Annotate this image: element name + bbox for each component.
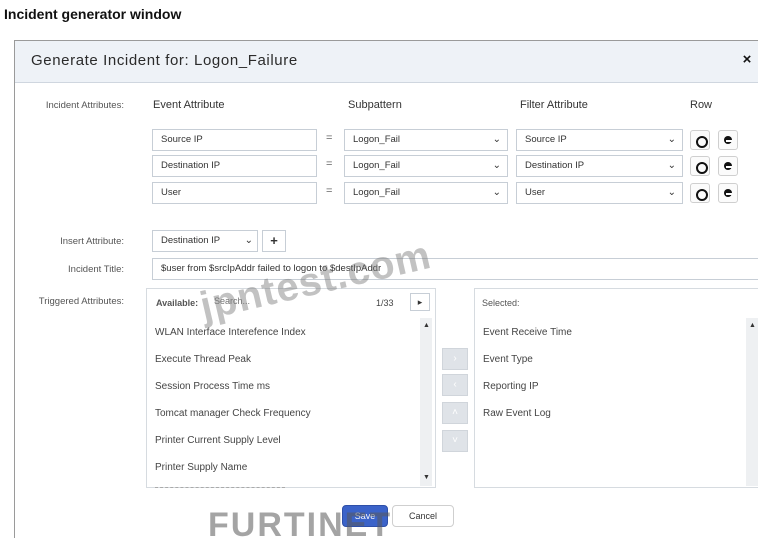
- filter-attribute-select[interactable]: Destination IP ⌄: [516, 155, 683, 177]
- selected-label: Selected:: [482, 298, 520, 308]
- equals-sign: =: [326, 158, 333, 170]
- equals-sign: =: [326, 185, 333, 197]
- filter-value: Source IP: [525, 134, 567, 145]
- brand-watermark: FURTINET: [208, 506, 393, 538]
- list-item[interactable]: Tomcat manager Check Frequency: [155, 408, 311, 419]
- move-left-button[interactable]: ‹: [442, 374, 468, 396]
- subpattern-value: Logon_Fail: [353, 160, 401, 171]
- incident-title-label: Incident Title:: [68, 264, 124, 275]
- add-row-icon[interactable]: [690, 130, 710, 150]
- subpattern-value: Logon_Fail: [353, 187, 401, 198]
- subpattern-select[interactable]: Logon_Fail ⌄: [344, 182, 508, 204]
- scroll-up-icon[interactable]: ▲: [749, 322, 756, 329]
- row-header: Row: [690, 99, 713, 111]
- event-attribute-input[interactable]: Destination IP: [152, 155, 317, 177]
- move-down-button[interactable]: ˅: [442, 430, 468, 452]
- dialog-header: Generate Incident for: Logon_Failure: [15, 41, 758, 83]
- subpattern-select[interactable]: Logon_Fail ⌄: [344, 129, 508, 151]
- add-attribute-button[interactable]: +: [262, 230, 286, 252]
- close-icon[interactable]: ×: [738, 50, 756, 70]
- window-caption: Incident generator window: [4, 6, 182, 22]
- triggered-attributes-label: Triggered Attributes:: [38, 296, 124, 307]
- subpattern-value: Logon_Fail: [353, 134, 401, 145]
- list-item[interactable]: Event Type: [483, 354, 533, 365]
- scroll-up-icon[interactable]: ▲: [423, 322, 430, 329]
- next-page-button[interactable]: ▸: [410, 293, 430, 311]
- equals-sign: =: [326, 132, 333, 144]
- available-scrollbar[interactable]: [420, 318, 432, 486]
- available-label: Available:: [156, 298, 199, 308]
- move-up-button[interactable]: ˄: [442, 402, 468, 424]
- insert-attribute-label: Insert Attribute:: [60, 236, 124, 247]
- chevron-down-icon: ⌄: [667, 134, 676, 145]
- selected-scrollbar[interactable]: [746, 318, 758, 486]
- incident-attributes-label: Incident Attributes:: [45, 100, 124, 111]
- list-item[interactable]: Reporting IP: [483, 381, 539, 392]
- insert-attribute-value: Destination IP: [161, 235, 221, 246]
- filter-attribute-select[interactable]: User ⌄: [516, 182, 683, 204]
- filter-value: User: [525, 187, 546, 198]
- scroll-down-icon[interactable]: ▼: [423, 474, 430, 481]
- move-right-button[interactable]: ›: [442, 348, 468, 370]
- add-row-icon[interactable]: [690, 183, 710, 203]
- event-attribute-input[interactable]: User: [152, 182, 317, 204]
- list-item[interactable]: Printer Supply Name: [155, 462, 247, 473]
- chevron-down-icon: ⌄: [244, 235, 253, 246]
- filter-value: Destination IP: [525, 160, 585, 171]
- remove-row-icon[interactable]: [718, 130, 738, 150]
- list-item[interactable]: Session Process Time ms: [155, 381, 270, 392]
- remove-row-icon[interactable]: [718, 156, 738, 176]
- list-item[interactable]: Printer Current Supply Level: [155, 435, 281, 446]
- chevron-down-icon: ⌄: [492, 160, 501, 171]
- filter-attribute-select[interactable]: Source IP ⌄: [516, 129, 683, 151]
- list-item[interactable]: Raw Event Log: [483, 408, 551, 419]
- list-item[interactable]: Event Receive Time: [483, 327, 572, 338]
- insert-attribute-select[interactable]: Destination IP ⌄: [152, 230, 258, 252]
- event-attribute-header: Event Attribute: [153, 99, 225, 111]
- event-attribute-input[interactable]: Source IP: [152, 129, 317, 151]
- chevron-down-icon: ⌄: [667, 160, 676, 171]
- add-row-icon[interactable]: [690, 156, 710, 176]
- chevron-down-icon: ⌄: [492, 187, 501, 198]
- subpattern-select[interactable]: Logon_Fail ⌄: [344, 155, 508, 177]
- filter-attribute-header: Filter Attribute: [520, 99, 588, 111]
- page-indicator: 1/33: [376, 298, 394, 308]
- chevron-down-icon: ⌄: [492, 134, 501, 145]
- list-item[interactable]: WLAN Interface Interefence Index: [155, 327, 306, 338]
- partial-list-item: [155, 487, 285, 488]
- list-item[interactable]: Execute Thread Peak: [155, 354, 251, 365]
- chevron-down-icon: ⌄: [667, 187, 676, 198]
- subpattern-header: Subpattern: [348, 99, 402, 111]
- cancel-button[interactable]: Cancel: [392, 505, 454, 527]
- remove-row-icon[interactable]: [718, 183, 738, 203]
- dialog-title: Generate Incident for: Logon_Failure: [31, 52, 298, 69]
